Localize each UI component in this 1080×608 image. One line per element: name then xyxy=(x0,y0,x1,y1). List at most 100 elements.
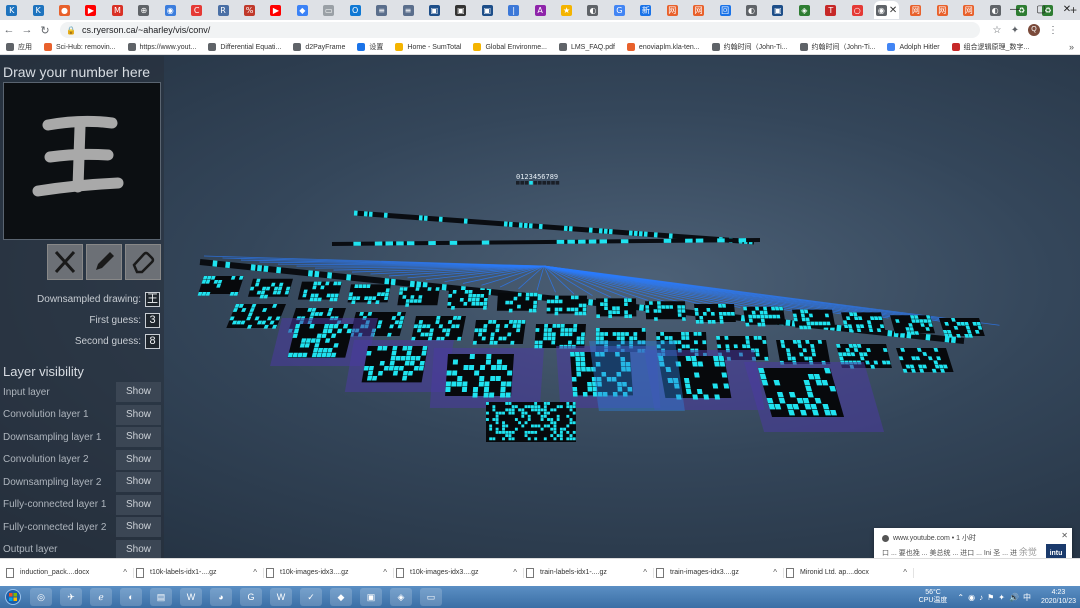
bookmark-item[interactable]: Global Environme... xyxy=(473,43,547,51)
download-chevron-icon[interactable]: ^ xyxy=(383,568,387,577)
download-item[interactable]: t10k-images-idx3....gz ^ xyxy=(396,567,524,578)
menu-icon[interactable]: ⋮ xyxy=(1044,25,1062,36)
browser-tab[interactable]: ▶ xyxy=(81,1,100,19)
layer-show-button[interactable]: Show xyxy=(116,427,161,447)
taskbar-app-icon[interactable]: ◕ xyxy=(210,588,232,606)
browser-tab[interactable]: K xyxy=(28,1,47,19)
browser-tab[interactable]: ◐ xyxy=(583,1,602,19)
browser-tab[interactable]: ◈ xyxy=(795,1,814,19)
layer-show-button[interactable]: Show xyxy=(116,382,161,402)
bookmark-item[interactable]: 设置 xyxy=(357,42,383,52)
layer-show-button[interactable]: Show xyxy=(116,494,161,515)
download-item[interactable]: train-labels-idx1-....gz ^ xyxy=(526,567,654,578)
browser-tab[interactable]: T xyxy=(821,1,840,19)
maximize-button[interactable]: ▢ xyxy=(1028,0,1054,20)
address-bar[interactable]: 🔒 cs.ryerson.ca/~aharley/vis/conv/ xyxy=(60,22,980,38)
taskbar-app-icon[interactable]: ℯ xyxy=(90,588,112,606)
browser-tab[interactable]: O xyxy=(345,1,364,19)
layer-show-button[interactable]: Show xyxy=(116,404,161,425)
taskbar-app-icon[interactable]: ◎ xyxy=(30,588,52,606)
taskbar-app-icon[interactable]: ◆ xyxy=(330,588,352,606)
tray-icon[interactable]: ⌃ xyxy=(957,593,964,602)
browser-tab[interactable]: ★ xyxy=(557,1,576,19)
bookmark-item[interactable]: 约翰时间（John-Ti... xyxy=(711,42,788,52)
browser-tab[interactable]: 网 xyxy=(663,1,682,19)
browser-tab[interactable]: ◉ xyxy=(161,1,180,19)
close-window-button[interactable]: ✕ xyxy=(1054,0,1080,20)
eraser-button[interactable] xyxy=(125,244,161,280)
download-chevron-icon[interactable]: ^ xyxy=(253,568,257,577)
layer-show-button[interactable]: Show xyxy=(116,517,161,537)
forward-icon[interactable]: → xyxy=(18,24,36,36)
browser-tab[interactable]: 网 xyxy=(689,1,708,19)
browser-tab[interactable]: ● xyxy=(55,1,74,19)
start-button[interactable] xyxy=(0,587,26,607)
browser-tab[interactable]: 网 xyxy=(933,1,952,19)
taskbar-app-icon[interactable]: ▭ xyxy=(420,588,442,606)
drawing-canvas[interactable] xyxy=(3,82,161,240)
bookmark-item[interactable]: enoviaplm.kla-ten... xyxy=(626,43,700,51)
browser-tab[interactable]: ▣ xyxy=(425,1,444,19)
download-item[interactable]: t10k-images-idx3....gz ^ xyxy=(266,567,394,578)
tray-icon[interactable]: ♪ xyxy=(979,593,983,602)
bookmark-item[interactable]: LMS_FAQ.pdf xyxy=(558,43,615,51)
taskbar-app-icon[interactable]: ◈ xyxy=(390,588,412,606)
clear-button[interactable] xyxy=(47,244,83,280)
bookmark-item[interactable]: Home - SumTotal xyxy=(395,43,461,51)
browser-tab[interactable]: ▣ xyxy=(478,1,497,19)
bookmark-item[interactable]: 应用 xyxy=(6,42,32,52)
download-item[interactable]: t10k-labels-idx1-....gz ^ xyxy=(136,567,264,578)
back-icon[interactable]: ← xyxy=(0,24,18,36)
taskbar-app-icon[interactable]: G xyxy=(240,588,262,606)
browser-tab[interactable]: ≡ xyxy=(372,1,391,19)
tray-icon[interactable]: ⚑ xyxy=(987,593,994,602)
layer-show-button[interactable]: Show xyxy=(116,539,161,558)
browser-tab[interactable]: ○ xyxy=(848,1,867,19)
browser-tab[interactable]: R xyxy=(213,1,232,19)
taskbar-app-icon[interactable]: W xyxy=(180,588,202,606)
tray-icon[interactable]: ◉ xyxy=(968,593,975,602)
bookmark-star-icon[interactable]: ☆ xyxy=(988,25,1006,36)
taskbar-app-icon[interactable]: ▣ xyxy=(360,588,382,606)
download-item[interactable]: train-images-idx3....gz ^ xyxy=(656,567,784,578)
taskbar-app-icon[interactable]: ✈ xyxy=(60,588,82,606)
profile-avatar[interactable]: Q xyxy=(1028,24,1040,36)
browser-tab[interactable]: C xyxy=(187,1,206,19)
bookmark-item[interactable]: 组合逻辑原理_数字... xyxy=(951,42,1029,52)
download-chevron-icon[interactable]: ^ xyxy=(643,568,647,577)
browser-tab[interactable]: ▭ xyxy=(319,1,338,19)
notification-close-icon[interactable]: ✕ xyxy=(1061,531,1068,540)
taskbar-app-icon[interactable]: W xyxy=(270,588,292,606)
browser-tab[interactable]: A xyxy=(530,1,549,19)
tray-icon[interactable]: 中 xyxy=(1023,593,1031,602)
reload-icon[interactable]: ↻ xyxy=(36,24,54,37)
bookmark-item[interactable]: 约翰时间（John-Ti... xyxy=(799,42,875,52)
tray-icon[interactable]: ✦ xyxy=(998,593,1005,602)
browser-tab[interactable]: | xyxy=(504,1,523,19)
browser-tab[interactable]: ◐ xyxy=(742,1,761,19)
download-item[interactable]: Mironid Ltd. ap....docx ^ xyxy=(786,567,914,578)
browser-tab[interactable]: 回 xyxy=(715,1,734,19)
tray-icon[interactable]: 🔊 xyxy=(1009,593,1019,602)
browser-tab-active[interactable]: ◉ ✕ xyxy=(873,1,900,19)
layer-show-button[interactable]: Show xyxy=(116,472,161,492)
download-chevron-icon[interactable]: ^ xyxy=(903,568,907,577)
browser-tab[interactable]: ◆ xyxy=(293,1,312,19)
download-chevron-icon[interactable]: ^ xyxy=(773,568,777,577)
bookmark-item[interactable]: https://www.yout... xyxy=(127,43,196,51)
bookmarks-more-icon[interactable]: » xyxy=(1069,40,1074,54)
browser-tab[interactable]: K xyxy=(2,1,21,19)
clock[interactable]: 4:23 2020/10/23 xyxy=(1041,588,1076,606)
browser-tab[interactable]: % xyxy=(240,1,259,19)
pencil-button[interactable] xyxy=(86,244,122,280)
browser-tab[interactable]: 网 xyxy=(906,1,925,19)
taskbar-app-icon[interactable]: ◐ xyxy=(120,588,142,606)
bookmark-item[interactable]: Adolph Hitler xyxy=(887,43,940,51)
bookmark-item[interactable]: Differential Equati... xyxy=(208,43,281,51)
browser-tab[interactable]: M xyxy=(108,1,127,19)
download-chevron-icon[interactable]: ^ xyxy=(513,568,517,577)
browser-tab[interactable]: 新 xyxy=(636,1,655,19)
taskbar-app-icon[interactable]: ✓ xyxy=(300,588,322,606)
notification-popup[interactable]: www.youtube.com • 1 小时 口 ... 要也挽 ... 美总统… xyxy=(874,528,1072,558)
download-item[interactable]: induction_pack....docx ^ xyxy=(6,567,134,578)
